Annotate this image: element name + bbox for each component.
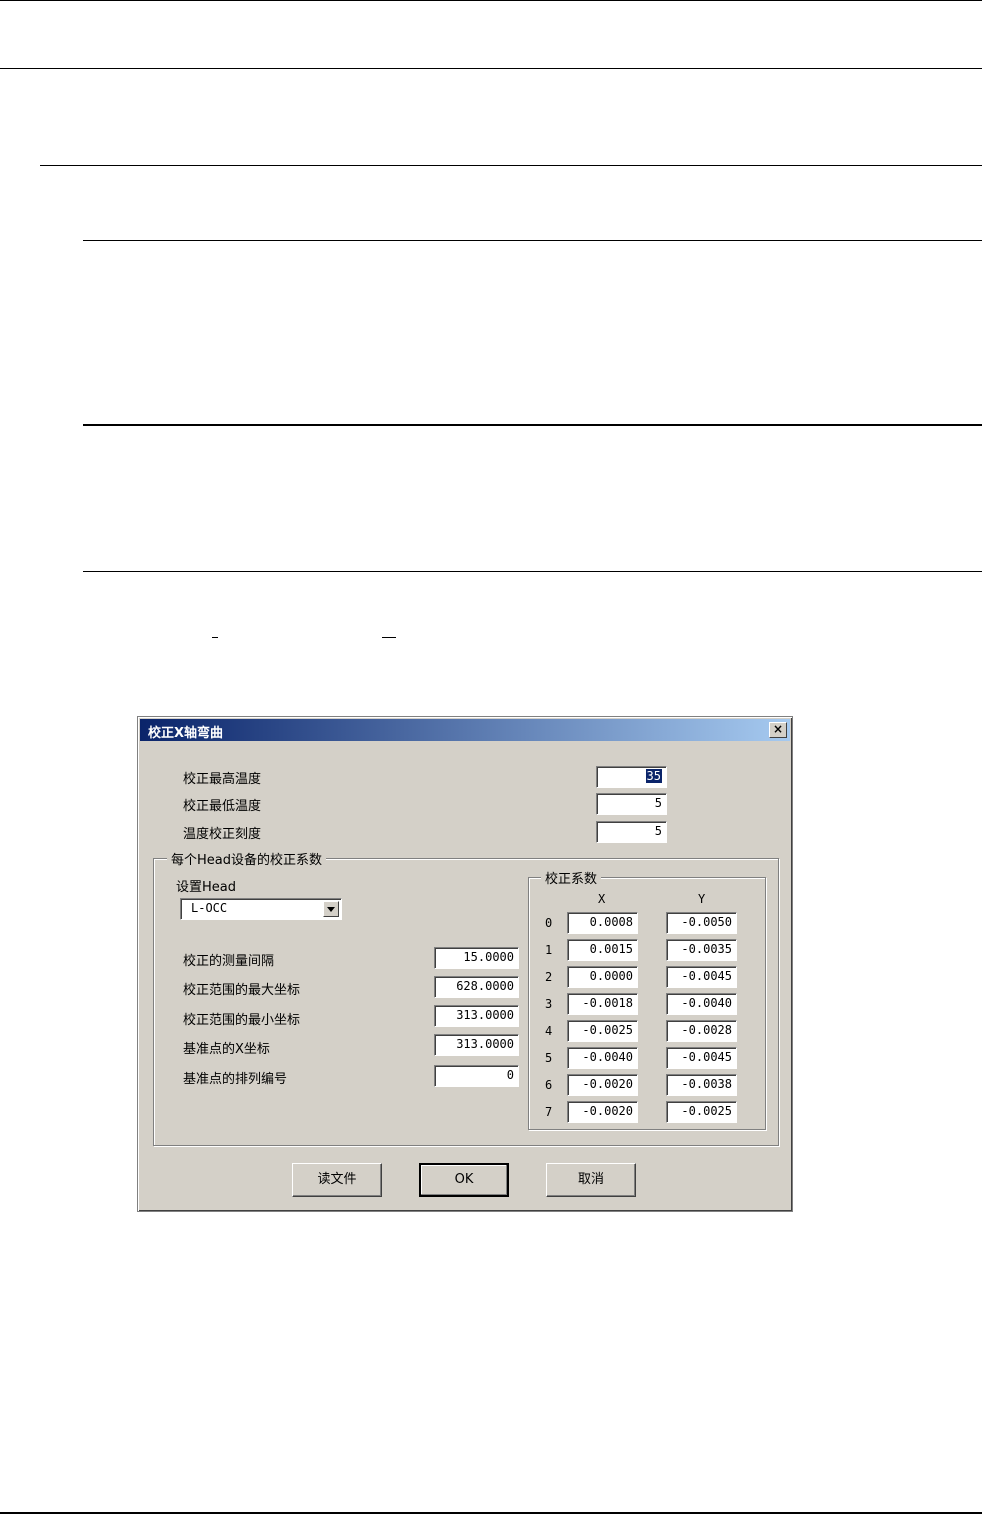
coef-y-input[interactable]: -0.0025 [666,1101,737,1123]
coef-x-input[interactable]: -0.0020 [567,1101,638,1123]
row-index: 4 [545,1024,553,1038]
row-index: 5 [545,1051,553,1065]
coef-y-input[interactable]: -0.0028 [666,1020,737,1042]
temp-min-label: 校正最低温度 [183,799,262,814]
coef-x-input[interactable]: -0.0018 [567,993,638,1015]
range-max-label: 校正范围的最大坐标 [183,983,301,998]
coef-x-input[interactable]: -0.0040 [567,1047,638,1069]
coef-x-input[interactable]: 0.0015 [567,939,638,961]
close-button[interactable]: × [769,722,787,738]
temp-max-value: 35 [645,769,662,783]
interval-input[interactable]: 15.0000 [434,947,519,969]
coef-group-title: 校正系数 [541,868,602,887]
page-rule-1 [0,0,982,1]
coef-y-input[interactable]: -0.0040 [666,993,737,1015]
col-x-header: X [598,892,606,906]
coef-x-input[interactable]: 0.0008 [567,912,638,934]
temp-step-label: 温度校正刻度 [183,827,262,842]
page-mark-1 [212,637,218,638]
page-rule-6 [83,571,982,572]
temp-step-input[interactable]: 5 [596,821,667,843]
close-icon: × [772,722,784,736]
coef-y-input[interactable]: -0.0045 [666,1047,737,1069]
temp-max-label: 校正最高温度 [183,772,262,787]
cancel-button[interactable]: 取消 [546,1163,636,1197]
row-index: 6 [545,1078,553,1092]
page-mark-2 [382,637,396,638]
row-index: 0 [545,916,553,930]
coef-y-input[interactable]: -0.0038 [666,1074,737,1096]
head-select-value: L-OCC [191,901,228,915]
range-min-input[interactable]: 313.0000 [434,1005,519,1027]
dialog-title: 校正X轴弯曲 [148,726,224,741]
dialog-titlebar[interactable]: 校正X轴弯曲 × [140,719,790,741]
ref-x-input[interactable]: 313.0000 [434,1034,519,1056]
ref-x-label: 基准点的X坐标 [183,1042,270,1057]
ref-index-input[interactable]: 0 [434,1065,519,1087]
interval-label: 校正的测量间隔 [183,954,275,969]
coef-x-input[interactable]: 0.0000 [567,966,638,988]
row-index: 3 [545,997,553,1011]
col-y-header: Y [698,892,706,906]
row-index: 7 [545,1105,553,1119]
set-head-label: 设置Head [176,880,236,895]
page-rule-3 [40,165,982,166]
row-index: 2 [545,970,553,984]
range-min-label: 校正范围的最小坐标 [183,1013,301,1028]
coef-x-input[interactable]: -0.0020 [567,1074,638,1096]
temp-min-input[interactable]: 5 [596,793,667,815]
page-rule-bottom [0,1512,982,1514]
ok-button[interactable]: OK [419,1163,509,1197]
coef-y-input[interactable]: -0.0050 [666,912,737,934]
page-rule-2 [0,68,982,69]
temp-max-input[interactable]: 35 [596,766,667,788]
range-max-input[interactable]: 628.0000 [434,976,519,998]
coef-x-input[interactable]: -0.0025 [567,1020,638,1042]
head-group-title: 每个Head设备的校正系数 [167,849,326,868]
read-file-button[interactable]: 读文件 [292,1163,382,1197]
row-index: 1 [545,943,553,957]
coef-y-input[interactable]: -0.0035 [666,939,737,961]
page-rule-4 [83,240,982,241]
page-rule-5 [83,424,982,426]
head-select[interactable]: L-OCC [180,898,342,920]
ref-index-label: 基准点的排列编号 [183,1072,288,1087]
coef-y-input[interactable]: -0.0045 [666,966,737,988]
chevron-down-icon[interactable] [323,901,339,917]
